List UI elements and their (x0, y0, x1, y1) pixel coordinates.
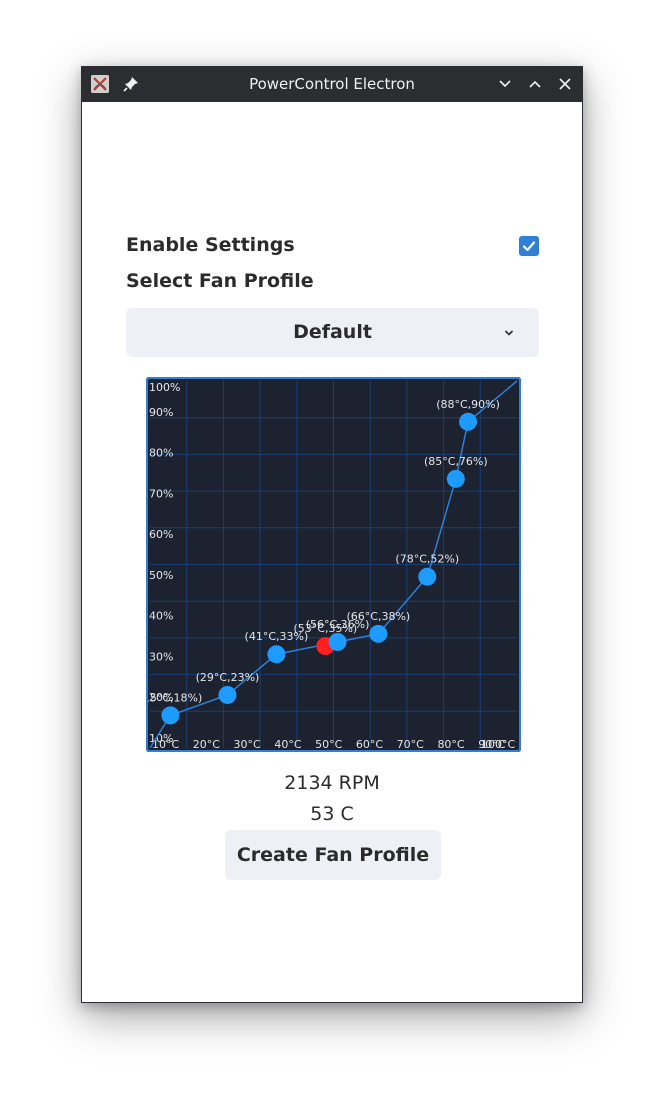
fan-curve-point-label: (85°C,76%) (424, 455, 488, 468)
chart-x-tick-label: 100°C (481, 738, 515, 751)
chart-y-tick-label: 70% (149, 487, 173, 500)
fan-curve-point-label: (88°C,90%) (436, 398, 500, 411)
checkmark-icon (522, 241, 536, 252)
maximize-button[interactable] (526, 75, 544, 93)
chart-x-tick-label: 80°C (437, 738, 464, 751)
fan-profile-select[interactable]: Default (126, 308, 539, 357)
fan-curve-point-label: (15°C,18%) (146, 691, 202, 704)
chart-x-tick-label: 30°C (234, 738, 261, 751)
title-bar[interactable]: PowerControl Electron (82, 67, 582, 102)
fan-curve-point[interactable] (446, 469, 465, 488)
chart-y-tick-label: 80% (149, 447, 173, 460)
fan-curve-point-label: (78°C,52%) (395, 553, 459, 566)
chart-y-tick-label: 40% (149, 610, 173, 623)
chart-x-tick-label: 60°C (356, 738, 383, 751)
create-fan-profile-button[interactable]: Create Fan Profile (225, 830, 441, 880)
app-window: PowerControl Electron Enable Settings Se… (81, 66, 583, 1003)
fan-rpm-readout: 2134 RPM (284, 772, 380, 794)
fan-curve-point[interactable] (418, 567, 437, 586)
chart-x-tick-label: 40°C (274, 738, 301, 751)
chart-x-tick-label: 20°C (193, 738, 220, 751)
chart-y-tick-label: 30% (149, 650, 173, 663)
chart-x-tick-label: 10°C (152, 738, 179, 751)
fan-curve-point-label: (29°C,23%) (196, 671, 260, 684)
fan-curve-chart[interactable]: 10%20%30%40%50%60%70%80%90%100%10°C 20°C 3… (146, 377, 521, 752)
fan-curve-point-label: (66°C,38%) (346, 610, 410, 623)
fan-curve-point[interactable] (369, 624, 388, 643)
chart-y-tick-label: 50% (149, 569, 173, 582)
close-button[interactable] (556, 75, 574, 93)
fan-profile-selected-value: Default (293, 321, 372, 343)
close-icon (559, 78, 571, 90)
fan-curve-point[interactable] (161, 706, 180, 725)
chart-y-tick-label: 100% (149, 381, 180, 394)
fan-curve-point[interactable] (459, 412, 478, 431)
chevron-down-icon (499, 80, 511, 88)
chart-y-tick-label: 60% (149, 528, 173, 541)
enable-settings-checkbox[interactable] (519, 236, 539, 256)
temperature-readout: 53 C (310, 803, 354, 825)
enable-settings-label: Enable Settings (126, 234, 295, 256)
fan-curve-point-label: (41°C,33%) (245, 630, 309, 643)
chart-y-tick-label: 90% (149, 406, 173, 419)
minimize-button[interactable] (496, 75, 514, 93)
fan-curve-point[interactable] (218, 685, 237, 704)
chart-x-tick-label: 70°C (397, 738, 424, 751)
select-fan-profile-label: Select Fan Profile (126, 270, 314, 292)
chevron-up-icon (529, 80, 541, 88)
fan-curve-point[interactable] (267, 645, 286, 664)
chevron-down-icon (504, 330, 514, 336)
chart-x-tick-label: 50°C (315, 738, 342, 751)
fan-curve-point[interactable] (328, 632, 347, 651)
